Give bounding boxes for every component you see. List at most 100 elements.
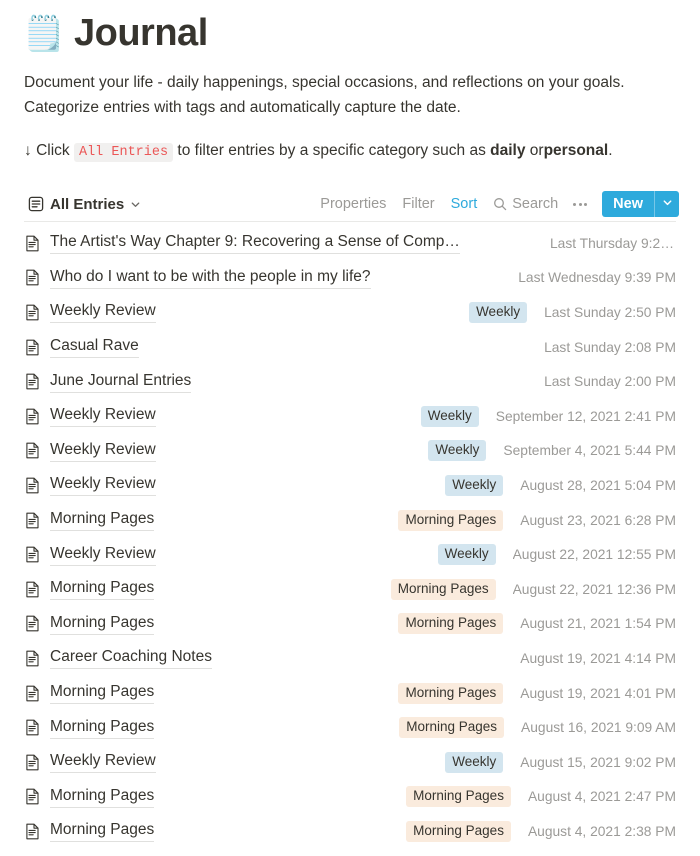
table-row[interactable]: Weekly Review Weekly August 15, 2021 9:02 … xyxy=(24,745,676,780)
entry-date[interactable]: August 28, 2021 5:04 PM xyxy=(520,478,676,493)
entry-tag-badge[interactable]: Morning Pages xyxy=(406,786,511,808)
table-row[interactable]: Morning Pages Morning Pages August 4, 2021… xyxy=(24,814,676,849)
table-row[interactable]: Career Coaching Notes August 19, 2021 4:1… xyxy=(24,641,676,676)
search-button[interactable]: Search xyxy=(485,192,566,216)
table-row[interactable]: Weekly Review Weekly September 4, 2021 5:4… xyxy=(24,434,676,469)
entry-date[interactable]: September 4, 2021 5:44 PM xyxy=(503,443,676,458)
page-document-icon xyxy=(24,512,41,529)
view-tab-label: All Entries xyxy=(50,195,125,213)
filter-button[interactable]: Filter xyxy=(394,192,442,216)
entry-date[interactable]: August 19, 2021 4:14 PM xyxy=(520,651,676,666)
entries-list: The Artist's Way Chapter 9: Recovering a… xyxy=(0,222,700,849)
list-view-icon xyxy=(28,196,44,212)
entry-date[interactable]: August 21, 2021 1:54 PM xyxy=(520,616,676,631)
entry-date[interactable]: August 22, 2021 12:55 PM xyxy=(513,547,676,562)
entry-title[interactable]: Morning Pages xyxy=(50,578,155,601)
properties-button[interactable]: Properties xyxy=(312,192,394,216)
sort-button[interactable]: Sort xyxy=(443,192,486,216)
entry-title[interactable]: Weekly Review xyxy=(50,751,156,774)
entry-title[interactable]: Casual Rave xyxy=(50,336,139,359)
entry-date[interactable]: Last Thursday 9:26… xyxy=(550,236,676,251)
table-row[interactable]: Who do I want to be with the people in m… xyxy=(24,261,676,296)
page-title[interactable]: Journal xyxy=(74,12,208,55)
hint-tag-daily: daily xyxy=(490,142,526,159)
table-row[interactable]: Morning Pages Morning Pages August 21, 202… xyxy=(24,607,676,642)
table-row[interactable]: Morning Pages Morning Pages August 23, 202… xyxy=(24,503,676,538)
table-row[interactable]: Morning Pages Morning Pages August 4, 2021… xyxy=(24,780,676,815)
filter-hint[interactable]: ↓ Click All Entries to filter entries by… xyxy=(0,120,700,165)
table-row[interactable]: Morning Pages Morning Pages August 16, 202… xyxy=(24,710,676,745)
entry-tag-badge[interactable]: Weekly xyxy=(420,405,479,427)
entry-title[interactable]: Weekly Review xyxy=(50,440,156,462)
table-row[interactable]: Weekly Review Weekly Last Sunday 2:50 PM xyxy=(24,295,676,330)
page-document-icon xyxy=(24,269,41,286)
description-line-1: Document your life - daily happenings, s… xyxy=(24,74,625,91)
entry-tag-badge[interactable]: Morning Pages xyxy=(398,613,504,635)
page-document-icon xyxy=(24,546,41,563)
table-row[interactable]: Morning Pages Morning Pages August 19, 202… xyxy=(24,676,676,711)
page-document-icon xyxy=(24,408,41,425)
toolbar-actions: Properties Filter Sort Search New xyxy=(312,191,679,217)
entry-title[interactable]: Morning Pages xyxy=(50,820,155,843)
entry-date[interactable]: Last Sunday 2:00 PM xyxy=(544,374,676,389)
entry-title[interactable]: Morning Pages xyxy=(50,682,155,705)
entry-title[interactable]: The Artist's Way Chapter 9: Recovering a… xyxy=(50,232,460,255)
page-document-icon xyxy=(24,615,41,632)
table-row[interactable]: Casual Rave Last Sunday 2:08 PM xyxy=(24,330,676,365)
entry-tag-badge[interactable]: Morning Pages xyxy=(390,578,496,600)
entry-title[interactable]: Morning Pages xyxy=(50,786,155,808)
table-row[interactable]: Weekly Review Weekly September 12, 2021 2:… xyxy=(24,399,676,434)
entry-tag-badge[interactable]: Weekly xyxy=(428,440,487,462)
dot xyxy=(584,202,588,206)
entry-tag-badge[interactable]: Morning Pages xyxy=(406,820,511,842)
entry-title[interactable]: Morning Pages xyxy=(50,509,155,532)
page-document-icon xyxy=(24,754,41,771)
entry-title[interactable]: Weekly Review xyxy=(50,405,156,428)
new-button[interactable]: New xyxy=(602,191,654,217)
entry-date[interactable]: August 22, 2021 12:36 PM xyxy=(513,582,676,597)
entry-date[interactable]: Last Sunday 2:50 PM xyxy=(544,305,676,320)
entry-date[interactable]: August 4, 2021 2:47 PM xyxy=(528,789,676,804)
page-document-icon xyxy=(24,650,41,667)
table-row[interactable]: June Journal Entries Last Sunday 2:00 PM xyxy=(24,364,676,399)
entry-tag-badge[interactable]: Morning Pages xyxy=(398,682,504,704)
entry-title[interactable]: Morning Pages xyxy=(50,717,155,739)
entry-date[interactable]: August 16, 2021 9:09 AM xyxy=(521,720,676,735)
entry-date[interactable]: August 19, 2021 4:01 PM xyxy=(520,686,676,701)
entry-tag-badge[interactable]: Weekly xyxy=(445,751,504,773)
entry-title[interactable]: Weekly Review xyxy=(50,301,156,324)
entry-title[interactable]: Weekly Review xyxy=(50,544,156,566)
view-tab-all-entries[interactable]: All Entries xyxy=(24,193,145,216)
entry-tag-badge[interactable]: Weekly xyxy=(469,301,528,323)
entry-date[interactable]: September 12, 2021 2:41 PM xyxy=(496,409,676,424)
entry-title[interactable]: Who do I want to be with the people in m… xyxy=(50,267,371,289)
dot xyxy=(578,202,582,206)
entry-date[interactable]: August 23, 2021 6:28 PM xyxy=(520,513,676,528)
table-row[interactable]: Weekly Review Weekly August 22, 2021 12:55… xyxy=(24,537,676,572)
entry-title[interactable]: Weekly Review xyxy=(50,474,156,497)
table-row[interactable]: Morning Pages Morning Pages August 22, 202… xyxy=(24,572,676,607)
entry-date[interactable]: Last Sunday 2:08 PM xyxy=(544,340,676,355)
hint-middle: to filter entries by a specific category… xyxy=(177,142,486,159)
page-document-icon xyxy=(24,719,41,736)
table-row[interactable]: The Artist's Way Chapter 9: Recovering a… xyxy=(24,226,676,261)
page-document-icon xyxy=(24,581,41,598)
entry-tag-badge[interactable]: Morning Pages xyxy=(398,509,504,531)
entry-tag-badge[interactable]: Weekly xyxy=(445,474,504,496)
entry-date[interactable]: August 15, 2021 9:02 PM xyxy=(520,755,676,770)
all-entries-code-chip: All Entries xyxy=(73,143,174,162)
entry-tag-badge[interactable]: Weekly xyxy=(437,544,496,566)
new-button-group[interactable]: New xyxy=(602,191,679,217)
entry-title[interactable]: Career Coaching Notes xyxy=(50,647,212,670)
entry-date[interactable]: August 4, 2021 2:38 PM xyxy=(528,824,676,839)
more-options-button[interactable] xyxy=(566,195,594,214)
new-button-dropdown[interactable] xyxy=(655,191,679,217)
page-description[interactable]: Document your life - daily happenings, s… xyxy=(0,56,660,120)
entry-date[interactable]: Last Wednesday 9:39 PM xyxy=(518,270,676,285)
entry-tag-badge[interactable]: Morning Pages xyxy=(399,717,505,739)
table-row[interactable]: Weekly Review Weekly August 28, 2021 5:04 … xyxy=(24,468,676,503)
entry-title[interactable]: June Journal Entries xyxy=(50,371,192,393)
spiral-notepad-icon: 🗒️ xyxy=(22,15,66,53)
page-document-icon xyxy=(24,477,41,494)
entry-title[interactable]: Morning Pages xyxy=(50,613,155,635)
